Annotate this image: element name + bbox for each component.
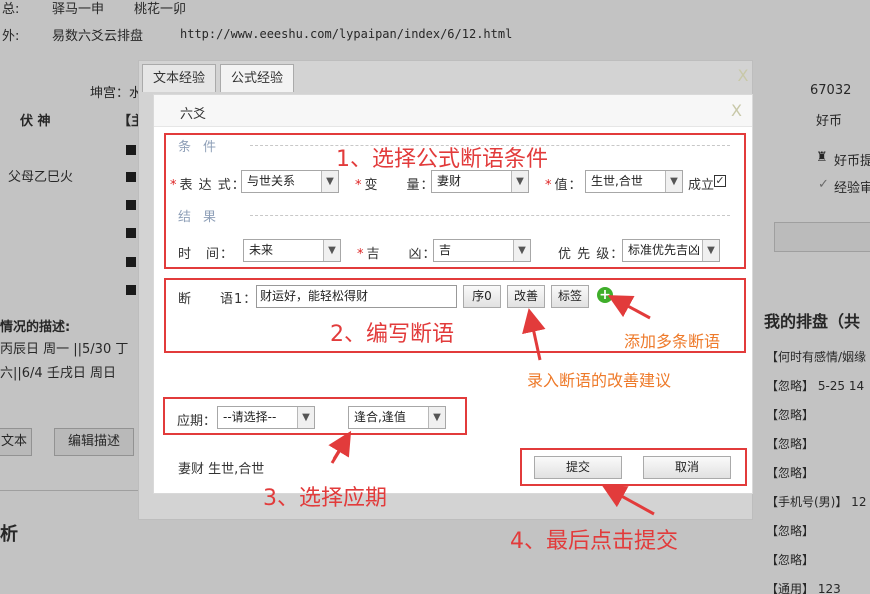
annotation-arrows bbox=[328, 295, 655, 516]
arrow-add-multi bbox=[607, 295, 651, 320]
arrow-improve bbox=[522, 308, 546, 361]
arrow-yingqi-head bbox=[328, 430, 352, 460]
arrow-submit bbox=[601, 485, 655, 516]
